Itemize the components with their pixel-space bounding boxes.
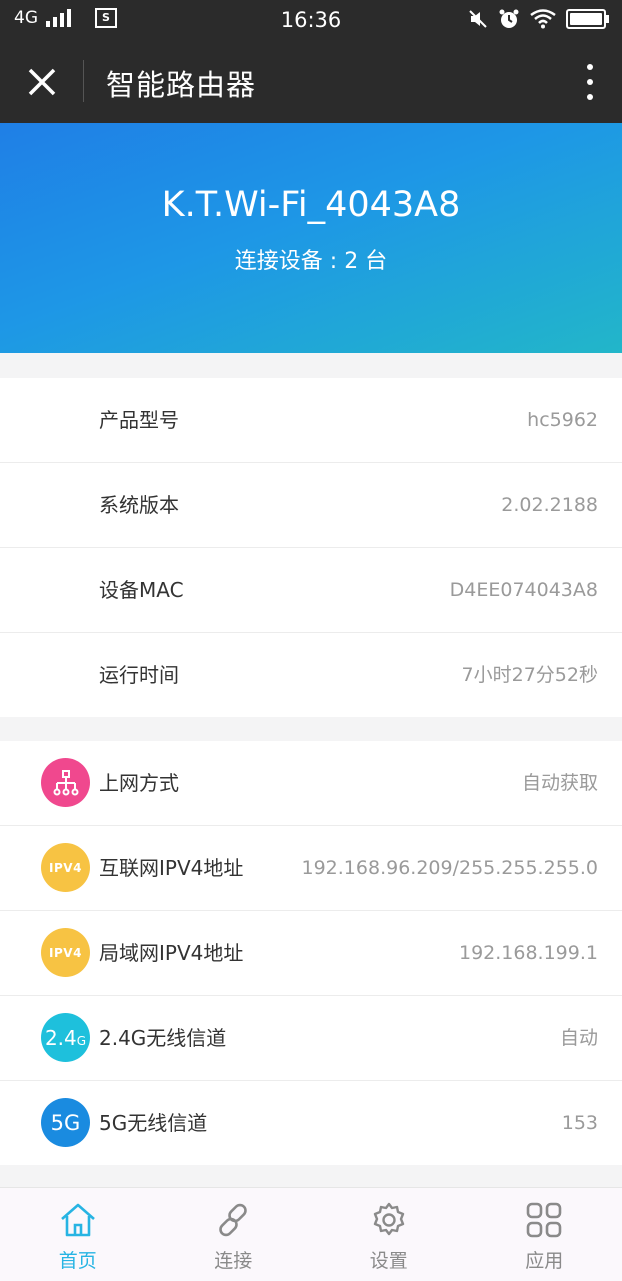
list-item-5g-channel[interactable]: 5G 5G无线信道 153 <box>0 1081 622 1165</box>
list-item-system-version[interactable]: 系统版本 2.02.2188 <box>0 463 622 548</box>
badge-text: 2.4 <box>45 1026 77 1050</box>
item-label: 5G无线信道 <box>99 1081 207 1165</box>
nav-label: 首页 <box>0 1246 156 1273</box>
list-item-wan-ipv4[interactable]: IPV4 互联网IPV4地址 192.168.96.209/255.255.25… <box>0 826 622 911</box>
nav-label: 设置 <box>311 1246 467 1273</box>
apps-grid-icon <box>524 1200 564 1240</box>
title-divider <box>83 60 84 102</box>
battery-icon <box>566 9 606 29</box>
nav-label: 连接 <box>156 1246 312 1273</box>
item-value: 192.168.199.1 <box>459 911 598 995</box>
item-label: 互联网IPV4地址 <box>99 826 243 910</box>
alarm-icon <box>498 8 520 30</box>
nav-home[interactable]: 首页 <box>0 1188 156 1281</box>
item-label: 设备MAC <box>99 548 184 632</box>
ipv4-icon: IPV4 <box>41 928 90 977</box>
badge-suffix: G <box>77 1034 86 1048</box>
close-icon[interactable] <box>22 62 62 102</box>
connected-devices-count: 连接设备 : 2 台 <box>0 243 622 275</box>
gear-icon <box>369 1200 409 1240</box>
item-value: 自动 <box>560 996 598 1080</box>
bottom-nav: 首页 连接 设置 应用 <box>0 1187 622 1281</box>
item-value: D4EE074043A8 <box>450 548 598 632</box>
item-label: 2.4G无线信道 <box>99 996 226 1080</box>
router-ssid: K.T.Wi-Fi_4043A8 <box>0 185 622 225</box>
nav-apps[interactable]: 应用 <box>467 1188 622 1281</box>
item-value: 153 <box>562 1081 598 1165</box>
network-topology-icon <box>41 758 90 807</box>
nav-connect[interactable]: 连接 <box>156 1188 312 1281</box>
wifi-5g-icon: 5G <box>41 1098 90 1147</box>
network-info-list: 上网方式 自动获取 IPV4 互联网IPV4地址 192.168.96.209/… <box>0 741 622 1165</box>
status-bar-right <box>468 8 606 30</box>
item-value: 192.168.96.209/255.255.255.0 <box>302 826 599 910</box>
item-value: 2.02.2188 <box>501 463 598 547</box>
item-value: hc5962 <box>527 378 598 462</box>
wifi-2-4g-icon: 2.4G <box>41 1013 90 1062</box>
list-item-product-model[interactable]: 产品型号 hc5962 <box>0 378 622 463</box>
status-bar: 4G S 16:36 <box>0 0 622 40</box>
router-hero: K.T.Wi-Fi_4043A8 连接设备 : 2 台 <box>0 123 622 353</box>
list-item-uptime[interactable]: 运行时间 7小时27分52秒 <box>0 633 622 717</box>
list-item-lan-ipv4[interactable]: IPV4 局域网IPV4地址 192.168.199.1 <box>0 911 622 996</box>
more-vertical-icon[interactable] <box>584 64 596 100</box>
mute-icon <box>468 9 488 29</box>
nav-settings[interactable]: 设置 <box>311 1188 467 1281</box>
item-value: 自动获取 <box>522 741 598 825</box>
item-label: 运行时间 <box>99 633 179 717</box>
item-label: 系统版本 <box>99 463 179 547</box>
list-item-device-mac[interactable]: 设备MAC D4EE074043A8 <box>0 548 622 633</box>
item-label: 上网方式 <box>99 741 179 825</box>
device-info-list: 产品型号 hc5962 系统版本 2.02.2188 设备MAC D4EE074… <box>0 378 622 717</box>
item-label: 局域网IPV4地址 <box>99 911 243 995</box>
ipv4-icon: IPV4 <box>41 843 90 892</box>
item-value: 7小时27分52秒 <box>462 633 598 717</box>
wifi-icon <box>530 9 556 29</box>
link-icon <box>213 1200 253 1240</box>
item-label: 产品型号 <box>99 378 179 462</box>
home-icon <box>58 1200 98 1240</box>
nav-label: 应用 <box>467 1246 622 1273</box>
title-bar: 智能路由器 <box>0 40 622 123</box>
list-item-2-4g-channel[interactable]: 2.4G 2.4G无线信道 自动 <box>0 996 622 1081</box>
list-item-connection-mode[interactable]: 上网方式 自动获取 <box>0 741 622 826</box>
page-title: 智能路由器 <box>106 62 256 104</box>
